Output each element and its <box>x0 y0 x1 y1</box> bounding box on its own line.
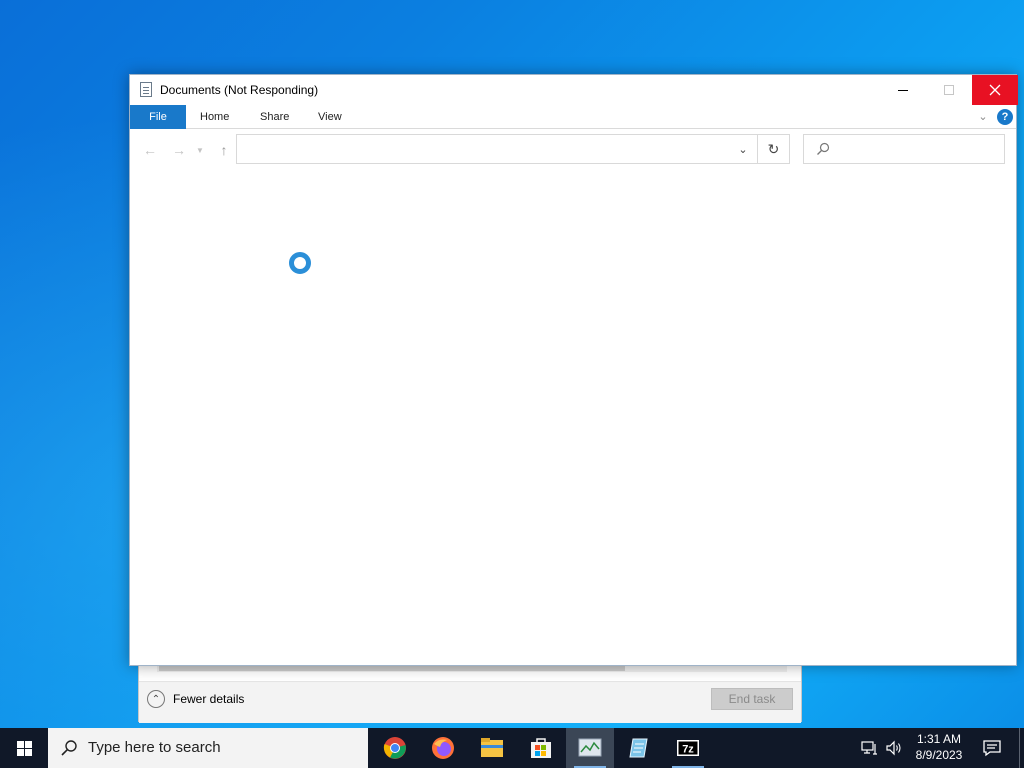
tab-home[interactable]: Home <box>186 105 243 129</box>
7zip-icon: 7z <box>677 740 699 756</box>
tab-view[interactable]: View <box>304 105 356 129</box>
taskbar-app-7zip[interactable]: 7z <box>664 728 712 768</box>
taskbar-app-microsoft-store[interactable] <box>517 728 565 768</box>
taskbar-app-chrome[interactable] <box>371 728 419 768</box>
maximize-button[interactable] <box>926 75 972 105</box>
ribbon: File Home Share View ⌄ ? <box>130 105 1016 129</box>
microsoft-store-icon <box>531 738 551 758</box>
taskbar-app-firefox[interactable] <box>419 728 467 768</box>
clock-date: 8/9/2023 <box>915 748 963 762</box>
chrome-icon <box>383 737 406 759</box>
network-icon[interactable] <box>860 738 880 758</box>
file-explorer-icon <box>481 738 503 757</box>
taskbar-app-file-explorer[interactable] <box>468 728 516 768</box>
taskbar-clock[interactable]: 1:31 AM 8/9/2023 <box>906 731 972 763</box>
document-icon <box>140 82 152 97</box>
loading-spinner-icon <box>289 252 311 274</box>
close-button[interactable] <box>972 75 1018 105</box>
taskbar-search-placeholder: Type here to search <box>88 739 221 756</box>
end-task-button[interactable]: End task <box>711 688 793 710</box>
explorer-window: Documents (Not Responding) File Home Sha… <box>129 74 1018 666</box>
taskbar-app-task-manager[interactable] <box>566 728 614 768</box>
back-arrow-icon[interactable]: ← <box>140 140 160 160</box>
svg-text:7z: 7z <box>682 744 694 756</box>
forward-arrow-icon[interactable]: → <box>169 140 189 160</box>
fewer-details-button[interactable]: ⌃ Fewer details <box>147 690 244 708</box>
window-title: Documents (Not Responding) <box>160 83 319 97</box>
search-input[interactable] <box>803 134 1005 164</box>
firefox-icon <box>432 737 454 759</box>
address-bar[interactable]: ⌄ ↻ <box>236 134 790 164</box>
notification-center-icon[interactable] <box>982 738 1002 758</box>
volume-icon[interactable] <box>884 738 904 758</box>
clock-time: 1:31 AM <box>916 732 962 746</box>
start-button[interactable] <box>0 728 48 768</box>
tab-file[interactable]: File <box>130 105 186 129</box>
task-manager-footer: ⌃ Fewer details End task <box>139 681 801 723</box>
maximize-icon <box>944 85 954 95</box>
taskbar-app-notepad[interactable] <box>615 728 663 768</box>
search-icon <box>61 740 77 756</box>
search-icon <box>817 142 830 155</box>
scrollbar-thumb[interactable] <box>159 666 625 671</box>
up-arrow-icon[interactable]: ↑ <box>214 140 234 160</box>
address-dropdown-chevron-icon[interactable]: ⌄ <box>731 135 755 163</box>
notepad-icon <box>629 738 648 758</box>
close-icon <box>989 84 1001 96</box>
task-manager-icon <box>578 738 602 757</box>
recent-locations-chevron-icon[interactable]: ▼ <box>194 140 206 160</box>
refresh-icon[interactable]: ↻ <box>757 135 789 163</box>
help-icon[interactable]: ? <box>997 109 1013 125</box>
navigation-bar: ← → ▼ ↑ ⌄ ↻ <box>130 130 1016 170</box>
expand-ribbon-chevron-icon[interactable]: ⌄ <box>976 109 990 123</box>
windows-logo-icon <box>16 740 32 756</box>
chevron-up-icon: ⌃ <box>147 690 165 708</box>
tab-share[interactable]: Share <box>246 105 303 129</box>
title-bar[interactable]: Documents (Not Responding) <box>130 75 1018 105</box>
taskbar: Type here to search 7z 1:31 AM 8/9/2023 <box>0 728 1024 768</box>
show-desktop-button[interactable] <box>1019 728 1020 768</box>
taskbar-search-box[interactable]: Type here to search <box>48 728 368 768</box>
horizontal-scrollbar[interactable] <box>157 665 787 672</box>
minimize-icon <box>898 89 908 91</box>
fewer-details-label: Fewer details <box>173 692 245 706</box>
file-list-area[interactable] <box>130 171 1016 665</box>
minimize-button[interactable] <box>880 75 926 105</box>
